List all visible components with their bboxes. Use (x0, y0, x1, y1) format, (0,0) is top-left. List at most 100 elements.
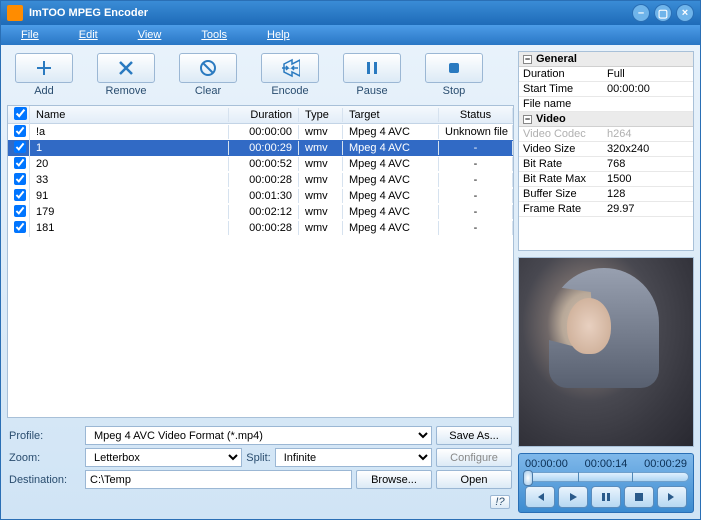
prop-row[interactable]: Buffer Size128 (519, 187, 693, 202)
remove-button[interactable] (97, 53, 155, 83)
save-as-button[interactable]: Save As... (436, 426, 512, 445)
cell-duration: 00:00:29 (229, 141, 299, 155)
prop-val: 29.97 (607, 203, 689, 215)
collapse-icon[interactable]: − (523, 55, 532, 64)
prop-key: Video Codec (523, 128, 607, 140)
collapse-icon[interactable]: − (523, 115, 532, 124)
clear-button[interactable] (179, 53, 237, 83)
col-target[interactable]: Target (343, 108, 439, 122)
table-body: !a00:00:00wmvMpeg 4 AVCUnknown file100:0… (8, 124, 513, 417)
configure-button[interactable]: Configure (436, 448, 512, 467)
table-header: Name Duration Type Target Status (8, 106, 513, 124)
prop-row[interactable]: Video Codech264 (519, 127, 693, 142)
row-checkbox[interactable] (14, 141, 26, 153)
prop-val: 768 (607, 158, 689, 170)
cell-name: 91 (30, 189, 229, 203)
time-start: 00:00:00 (525, 458, 568, 470)
cell-status: - (439, 189, 513, 203)
row-checkbox[interactable] (14, 221, 26, 233)
cell-duration: 00:00:52 (229, 157, 299, 171)
table-row[interactable]: 100:00:29wmvMpeg 4 AVC- (8, 140, 513, 156)
properties-panel[interactable]: −GeneralDurationFullStart Time00:00:00Fi… (518, 51, 694, 251)
encode-button[interactable] (261, 53, 319, 83)
prop-key: Start Time (523, 83, 607, 95)
row-checkbox[interactable] (14, 157, 26, 169)
table-row[interactable]: 18100:00:28wmvMpeg 4 AVC- (8, 220, 513, 236)
cell-status: - (439, 173, 513, 187)
time-mid: 00:00:14 (585, 458, 628, 470)
row-checkbox[interactable] (14, 189, 26, 201)
col-name[interactable]: Name (30, 108, 229, 122)
menu-view[interactable]: View (138, 29, 162, 41)
prop-row[interactable]: File name (519, 97, 693, 112)
cell-duration: 00:01:30 (229, 189, 299, 203)
menu-file[interactable]: File (21, 29, 39, 41)
prop-section[interactable]: −Video (519, 112, 693, 127)
col-duration[interactable]: Duration (229, 108, 299, 122)
col-type[interactable]: Type (299, 108, 343, 122)
prop-val: h264 (607, 128, 689, 140)
cell-status: - (439, 205, 513, 219)
prop-val: 00:00:00 (607, 83, 689, 95)
select-all-checkbox[interactable] (14, 107, 27, 120)
add-button[interactable] (15, 53, 73, 83)
col-status[interactable]: Status (439, 108, 513, 122)
player-stop-button[interactable] (624, 486, 654, 508)
maximize-button[interactable]: ▢ (654, 4, 672, 22)
app-icon (7, 5, 23, 21)
profile-label: Profile: (9, 430, 81, 442)
player-controls: 00:00:00 00:00:14 00:00:29 (518, 453, 694, 513)
cell-type: wmv (299, 221, 343, 235)
menu-edit[interactable]: Edit (79, 29, 98, 41)
menu-tools[interactable]: Tools (201, 29, 227, 41)
play-button[interactable] (558, 486, 588, 508)
menubar: File Edit View Tools Help (1, 25, 700, 45)
preview-pane (518, 257, 694, 447)
prop-row[interactable]: Bit Rate768 (519, 157, 693, 172)
zoom-select[interactable]: Letterbox (85, 448, 242, 467)
cell-target: Mpeg 4 AVC (343, 189, 439, 203)
cell-type: wmv (299, 205, 343, 219)
open-button[interactable]: Open (436, 470, 512, 489)
prop-row[interactable]: Start Time00:00:00 (519, 82, 693, 97)
browse-button[interactable]: Browse... (356, 470, 432, 489)
status-bar: !? (7, 495, 514, 513)
destination-input[interactable] (85, 470, 352, 489)
prop-key: File name (523, 98, 607, 110)
prop-row[interactable]: Video Size320x240 (519, 142, 693, 157)
seek-slider[interactable] (523, 472, 689, 482)
settings-panel: Profile: Mpeg 4 AVC Video Format (*.mp4)… (7, 422, 514, 491)
next-button[interactable] (657, 486, 687, 508)
titlebar[interactable]: ImTOO MPEG Encoder – ▢ × (1, 1, 700, 25)
pause-label: Pause (356, 85, 387, 97)
table-row[interactable]: 9100:01:30wmvMpeg 4 AVC- (8, 188, 513, 204)
profile-select[interactable]: Mpeg 4 AVC Video Format (*.mp4) (85, 426, 432, 445)
encode-label: Encode (271, 85, 308, 97)
prop-section[interactable]: −General (519, 52, 693, 67)
seek-thumb[interactable] (523, 470, 533, 486)
menu-help[interactable]: Help (267, 29, 290, 41)
cell-status: Unknown file (439, 125, 513, 139)
zoom-label: Zoom: (9, 452, 81, 464)
minimize-button[interactable]: – (632, 4, 650, 22)
add-label: Add (34, 85, 54, 97)
prop-row[interactable]: Frame Rate29.97 (519, 202, 693, 217)
remove-label: Remove (106, 85, 147, 97)
pause-button[interactable] (343, 53, 401, 83)
row-checkbox[interactable] (14, 173, 26, 185)
row-checkbox[interactable] (14, 205, 26, 217)
prop-row[interactable]: Bit Rate Max1500 (519, 172, 693, 187)
row-checkbox[interactable] (14, 125, 26, 137)
prop-key: Video Size (523, 143, 607, 155)
table-row[interactable]: !a00:00:00wmvMpeg 4 AVCUnknown file (8, 124, 513, 140)
close-button[interactable]: × (676, 4, 694, 22)
table-row[interactable]: 3300:00:28wmvMpeg 4 AVC- (8, 172, 513, 188)
table-row[interactable]: 2000:00:52wmvMpeg 4 AVC- (8, 156, 513, 172)
prev-button[interactable] (525, 486, 555, 508)
stop-button[interactable] (425, 53, 483, 83)
prop-row[interactable]: DurationFull (519, 67, 693, 82)
help-button[interactable]: !? (490, 495, 510, 509)
player-pause-button[interactable] (591, 486, 621, 508)
split-select[interactable]: Infinite (275, 448, 432, 467)
table-row[interactable]: 17900:02:12wmvMpeg 4 AVC- (8, 204, 513, 220)
